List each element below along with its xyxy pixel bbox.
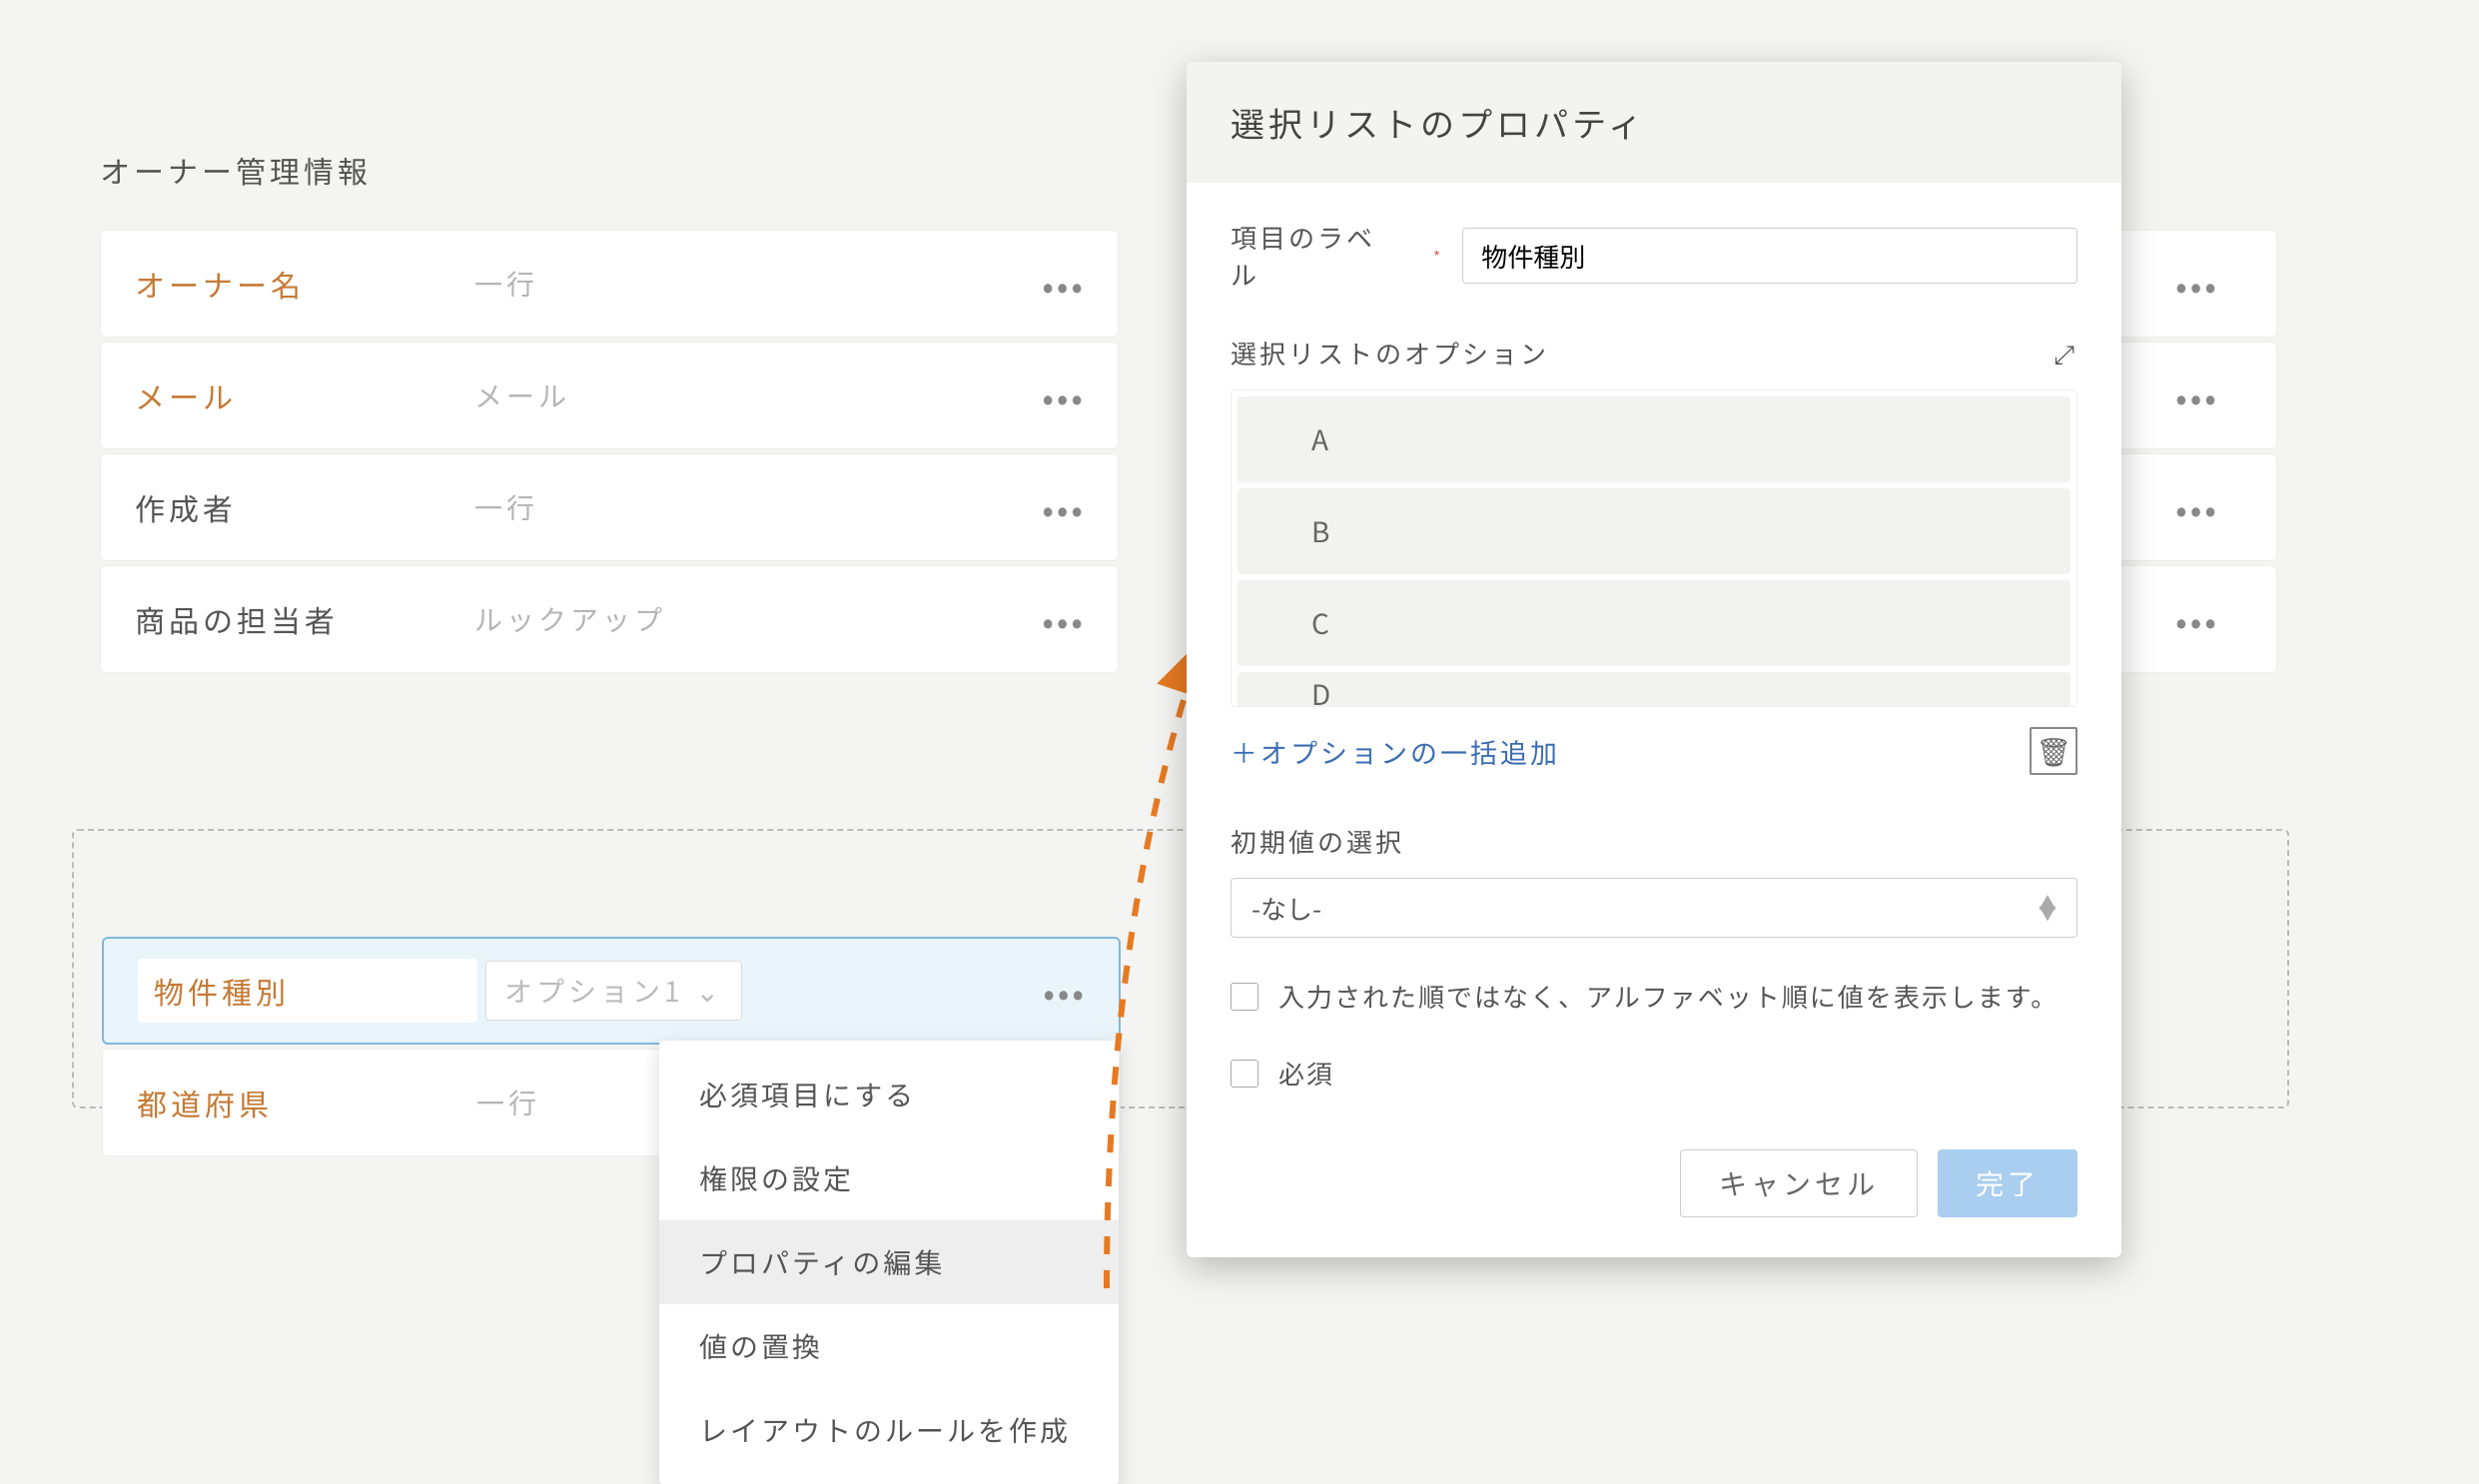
options-list: A B C D (1231, 389, 2077, 707)
field-row-creator[interactable]: 作成者 一行 ••• (100, 453, 1119, 561)
default-value-text: -なし- (1251, 890, 1321, 927)
more-icon[interactable]: ••• (1042, 371, 1086, 420)
field-list: オーナー名 一行 ••• メール メール ••• 作成者 一行 ••• 商品の担… (100, 230, 1119, 677)
option-b[interactable]: B (1238, 488, 2070, 574)
field-type: メール (474, 375, 570, 415)
alpha-sort-checkbox[interactable] (1231, 983, 1258, 1011)
field-row-incharge[interactable]: 商品の担当者 ルックアップ ••• (100, 565, 1119, 673)
alpha-sort-row[interactable]: 入力された順ではなく、アルファベット順に値を表示します。 (1231, 978, 2077, 1015)
more-icon[interactable]: ••• (1043, 967, 1087, 1016)
menu-item-permissions[interactable]: 権限の設定 (659, 1136, 1119, 1220)
required-asterisk-icon: * (1433, 244, 1440, 268)
field-type: 一行 (474, 264, 538, 304)
required-label: 必須 (1278, 1055, 1334, 1092)
add-options-link[interactable]: ＋オプションの一括追加 (1231, 732, 1560, 771)
field-type: 一行 (476, 1083, 540, 1122)
option-a[interactable]: A (1238, 396, 2070, 482)
select-preview[interactable]: オプション1 ⌄ (485, 961, 742, 1021)
menu-item-replace-values[interactable]: 値の置換 (659, 1304, 1119, 1388)
field-row-email[interactable]: メール メール ••• (100, 342, 1119, 449)
alpha-sort-label: 入力された順ではなく、アルファベット順に値を表示します。 (1278, 978, 2059, 1015)
delete-icon[interactable]: 🗑 (2030, 727, 2077, 775)
done-button[interactable]: 完了 (1938, 1149, 2077, 1217)
context-menu: 必須項目にする 権限の設定 プロパティの編集 値の置換 レイアウトのルールを作成 (659, 1041, 1119, 1484)
label-field-label: 項目のラベル (1231, 219, 1403, 293)
chevron-down-icon: ⌄ (696, 971, 723, 1011)
field-name: メール (135, 373, 474, 417)
expand-icon[interactable]: ⤢ (2054, 335, 2077, 371)
right-more-3[interactable]: ••• (2117, 453, 2277, 561)
field-type: ルックアップ (474, 599, 666, 639)
option-d[interactable]: D (1238, 672, 2070, 707)
select-preview-text: オプション1 (504, 971, 684, 1011)
field-name: 物件種別 (138, 959, 477, 1023)
required-row[interactable]: 必須 (1231, 1055, 2077, 1092)
options-label: 選択リストのオプション (1231, 335, 1549, 371)
more-icon[interactable]: ••• (1042, 483, 1086, 532)
properties-modal: 選択リストのプロパティ 項目のラベル * 選択リストのオプション ⤢ A B C… (1187, 62, 2121, 1257)
default-value-label: 初期値の選択 (1231, 823, 2077, 860)
field-name: 作成者 (135, 485, 474, 529)
field-type: 一行 (474, 487, 538, 527)
default-value-select[interactable]: -なし- ▲▼ (1231, 878, 2077, 938)
field-label-input[interactable] (1462, 228, 2077, 284)
right-more-1[interactable]: ••• (2117, 230, 2277, 338)
cancel-button[interactable]: キャンセル (1680, 1149, 1918, 1217)
field-row-owner[interactable]: オーナー名 一行 ••• (100, 230, 1119, 338)
right-more-column: ••• ••• ••• ••• (2117, 230, 2277, 677)
more-icon[interactable]: ••• (1042, 260, 1086, 309)
right-more-2[interactable]: ••• (2117, 342, 2277, 449)
option-c[interactable]: C (1238, 580, 2070, 666)
required-checkbox[interactable] (1231, 1060, 1258, 1088)
field-name: 都道府県 (137, 1081, 476, 1124)
modal-title: 選択リストのプロパティ (1187, 62, 2121, 183)
menu-item-edit-properties[interactable]: プロパティの編集 (659, 1220, 1119, 1304)
more-icon[interactable]: ••• (1042, 595, 1086, 644)
field-name: オーナー名 (135, 262, 474, 306)
menu-item-create-rule[interactable]: レイアウトのルールを作成 (659, 1388, 1119, 1472)
section-title: オーナー管理情報 (100, 148, 372, 192)
updown-icon: ▲▼ (2039, 898, 2057, 918)
menu-item-required[interactable]: 必須項目にする (659, 1053, 1119, 1136)
right-more-4[interactable]: ••• (2117, 565, 2277, 673)
field-name: 商品の担当者 (135, 597, 474, 641)
field-row-property-type[interactable]: 物件種別 オプション1 ⌄ ••• (102, 937, 1121, 1045)
